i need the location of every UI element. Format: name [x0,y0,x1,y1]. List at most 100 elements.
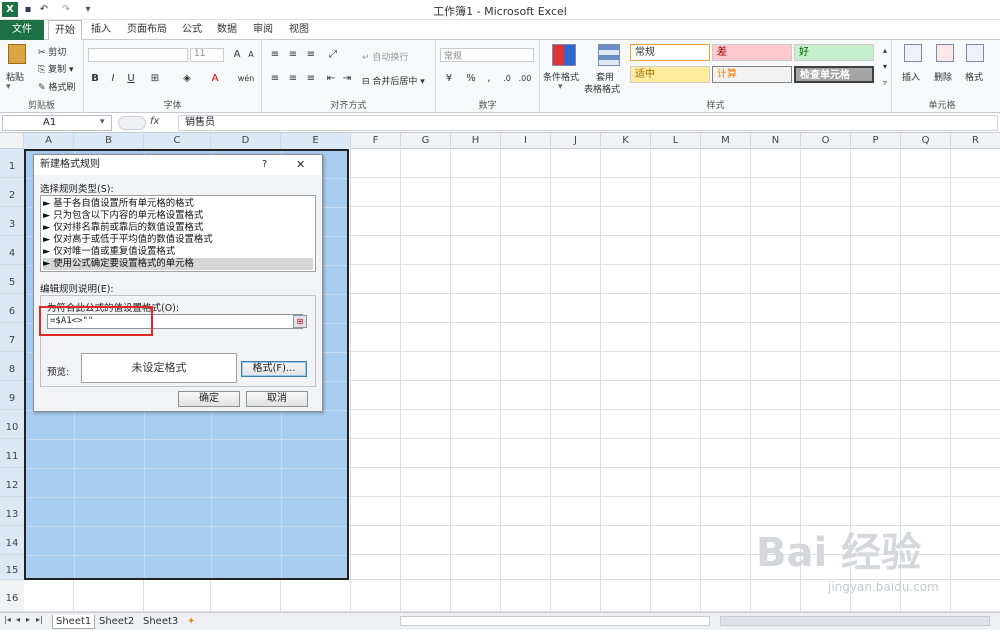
column-header-a[interactable]: A [24,133,74,149]
merge-center-button[interactable]: ⊟ 合并后居中 ▾ [362,74,425,87]
decrease-indent-icon[interactable]: ⇤ [324,72,338,86]
tab-file[interactable]: 文件 [0,20,44,40]
cell-style-0[interactable]: 常规 [630,44,710,61]
tab-review[interactable]: 审阅 [248,20,278,40]
name-box-dropdown-icon[interactable]: ▾ [100,117,105,127]
insert-function-button[interactable]: fx [150,116,159,127]
column-header-l[interactable]: L [651,133,701,149]
copy-button[interactable]: ⎘ 复制 ▾ [38,62,73,75]
row-header-5[interactable]: 5 [0,265,24,294]
rule-item[interactable]: ► 仅对排名靠前或靠后的数值设置格式 [43,222,313,234]
first-sheet-icon[interactable]: |◂ [4,615,11,624]
font-size-dropdown[interactable]: 11 [190,48,224,62]
shrink-font-button[interactable]: A [244,48,258,62]
row-header-15[interactable]: 15 [0,555,24,580]
column-header-g[interactable]: G [401,133,451,149]
cancel-button[interactable]: 取消 [246,391,308,407]
insert-button[interactable]: 插入 [902,70,920,83]
row-header-2[interactable]: 2 [0,178,24,207]
table-format-line2[interactable]: 表格格式 [584,82,620,95]
column-header-p[interactable]: P [851,133,901,149]
column-header-i[interactable]: I [501,133,551,149]
column-header-r[interactable]: R [951,133,1000,149]
increase-decimal-icon[interactable]: .0 [500,72,514,86]
row-header-16[interactable]: 16 [0,580,24,612]
format-dialog-button[interactable]: 格式(F)... [241,361,307,377]
phonetic-button[interactable]: wén [236,72,256,86]
column-header-c[interactable]: C [144,133,211,149]
align-top-icon[interactable]: ≡ [268,48,282,62]
styles-scroll-down-icon[interactable]: ▾ [878,60,892,74]
row-header-14[interactable]: 14 [0,526,24,555]
help-icon[interactable]: ? [262,159,267,170]
row-header-8[interactable]: 8 [0,352,24,381]
column-header-n[interactable]: N [751,133,801,149]
sheet-tab-2[interactable]: Sheet2 [96,615,137,629]
column-header-m[interactable]: M [701,133,751,149]
align-middle-icon[interactable]: ≡ [286,48,300,62]
cell-style-5[interactable]: 检查单元格 [794,66,874,83]
wrap-text-button[interactable]: ↵ 自动换行 [362,50,408,63]
tab-view[interactable]: 视图 [284,20,314,40]
tab-home[interactable]: 开始 [48,20,82,41]
italic-button[interactable]: I [106,72,120,86]
align-center-icon[interactable]: ≡ [286,72,300,86]
fill-color-icon[interactable]: ◈ [180,72,194,86]
format-button[interactable]: 格式 [965,70,983,83]
tab-insert[interactable]: 插入 [86,20,116,40]
cell-style-2[interactable]: 好 [794,44,874,61]
cut-button[interactable]: ✂ 剪切 [38,45,66,58]
row-header-12[interactable]: 12 [0,468,24,497]
column-header-e[interactable]: E [281,133,351,149]
row-header-1[interactable]: 1 [0,149,24,178]
grow-font-button[interactable]: A [230,48,244,62]
next-sheet-icon[interactable]: ▸ [26,615,30,624]
align-left-icon[interactable]: ≡ [268,72,282,86]
column-header-b[interactable]: B [74,133,144,149]
number-format-dropdown[interactable]: 常规 [440,48,534,62]
orientation-icon[interactable]: ⤢ [326,48,340,62]
paste-dropdown-icon[interactable]: ▾ [6,82,11,92]
column-header-j[interactable]: J [551,133,601,149]
styles-more-icon[interactable]: ▿ [878,76,892,90]
sheet-tab-1[interactable]: Sheet1 [52,615,96,629]
cell-style-1[interactable]: 差 [712,44,792,61]
range-picker-icon[interactable]: ⊞ [293,315,307,328]
new-sheet-icon[interactable]: ✦ [184,615,198,629]
horizontal-scroll-track[interactable] [720,616,990,626]
font-name-dropdown[interactable] [88,48,188,62]
rule-item[interactable]: ► 仅对唯一值或重复值设置格式 [43,246,313,258]
row-header-10[interactable]: 10 [0,410,24,439]
column-header-h[interactable]: H [451,133,501,149]
row-header-13[interactable]: 13 [0,497,24,526]
rule-item-selected[interactable]: ► 使用公式确定要设置格式的单元格 [43,258,313,270]
row-header-11[interactable]: 11 [0,439,24,468]
prev-sheet-icon[interactable]: ◂ [16,615,20,624]
cell-style-4[interactable]: 计算 [712,66,792,83]
format-painter-button[interactable]: ✎ 格式刷 [38,80,75,93]
decrease-decimal-icon[interactable]: .00 [518,72,532,86]
tab-data[interactable]: 数据 [212,20,242,40]
name-box[interactable]: A1 [2,115,112,131]
row-header-7[interactable]: 7 [0,323,24,352]
column-header-d[interactable]: D [211,133,281,149]
increase-indent-icon[interactable]: ⇥ [340,72,354,86]
ok-button[interactable]: 确定 [178,391,240,407]
column-header-k[interactable]: K [601,133,651,149]
bold-button[interactable]: B [88,72,102,86]
delete-button[interactable]: 删除 [934,70,952,83]
select-all-button[interactable] [0,133,24,149]
styles-scroll-up-icon[interactable]: ▴ [878,44,892,58]
sheet-tab-3[interactable]: Sheet3 [140,615,181,629]
tab-formulas[interactable]: 公式 [178,20,206,40]
rule-item[interactable]: ► 基于各自值设置所有单元格的格式 [43,198,313,210]
currency-icon[interactable]: ¥ [442,72,456,86]
align-bottom-icon[interactable]: ≡ [304,48,318,62]
align-right-icon[interactable]: ≡ [304,72,318,86]
border-icon[interactable]: ⊞ [148,72,162,86]
row-header-9[interactable]: 9 [0,381,24,410]
rule-item[interactable]: ► 仅对高于或低于平均值的数值设置格式 [43,234,313,246]
rule-item[interactable]: ► 只为包含以下内容的单元格设置格式 [43,210,313,222]
column-header-o[interactable]: O [801,133,851,149]
formula-input[interactable]: 销售员 [178,115,998,131]
